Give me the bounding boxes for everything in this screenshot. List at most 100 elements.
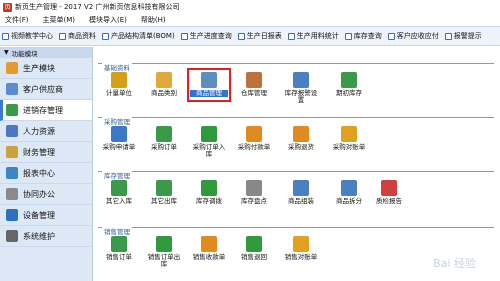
rss-icon [201,236,217,252]
module-item[interactable]: 销售订单 [100,236,138,261]
toolbar-button-label: 报警提示 [453,32,482,40]
title-bar: 页 新页生产管理 - 2017 V2 广州新页信息科技有限公司 [0,0,500,14]
sidebar-item-6[interactable]: 协同办公 [0,184,92,205]
module-item[interactable]: 采购订单 [145,126,183,151]
pin-icon [246,180,262,196]
module-item[interactable]: 商品类别 [145,72,183,97]
sidebar-item-label: 生产模块 [23,63,55,73]
sidebar-item-label: 财务管理 [23,147,55,157]
group-title: 库存管理 [102,170,132,180]
report-icon [6,167,18,179]
toolbar-button-8[interactable]: 报警提示 [444,31,482,41]
menu-file[interactable]: 文件(F) [5,15,29,25]
module-item[interactable]: 采购对账单 [330,126,368,151]
cart-icon [156,126,172,142]
chevron-down-icon[interactable]: ▼ [4,49,9,56]
sidebar-item-0[interactable]: 生产模块 [0,58,92,79]
cart-icon [111,236,127,252]
module-item[interactable]: 销售对账单 [282,236,320,261]
arrow-left-icon [201,126,217,142]
module-item-label: 采购付款单 [237,143,271,151]
module-item[interactable]: 仓库管理 [235,72,273,97]
sidebar-item-label: 人力资源 [23,126,55,136]
folder-icon [156,72,172,88]
module-item[interactable]: 销售退回 [235,236,273,261]
toolbar: 视频教学中心 商品资料 产品结构清单(BOM) 生产进度查询 生产日报表 生产用料统计 库存… [0,26,500,46]
sidebar-item-7[interactable]: 设备管理 [0,205,92,226]
selection-highlight [187,68,231,102]
module-item[interactable]: 销售收款单 [190,236,228,261]
module-item-label: 销售对账单 [284,253,318,261]
group-title: 基础资料 [102,62,132,72]
sidebar-item-8[interactable]: 系统维护 [0,226,92,247]
menu-main[interactable]: 主菜单(M) [43,15,76,25]
window-title: 新页生产管理 - 2017 V2 广州新页信息科技有限公司 [15,3,180,11]
sidebar-header-label: 功能模块 [11,49,38,58]
module-item-label: 采购申请单 [102,143,136,151]
module-item[interactable]: 库存盘点 [235,180,273,205]
toolbar-icon [180,32,188,40]
sidebar-item-label: 客户供应商 [23,84,63,94]
group-title: 销售管理 [102,226,132,236]
toolbar-button-label: 产品结构清单(BOM) [111,32,175,40]
module-item[interactable]: 采购订单入库 [190,126,228,158]
module-item[interactable]: 计量单位 [100,72,138,97]
menu-import[interactable]: 模块导入(E) [89,15,127,25]
module-item[interactable]: 采购申请单 [100,126,138,151]
module-item[interactable]: 期初库存 [330,72,368,97]
assemble-icon [293,180,309,196]
module-item[interactable]: 库存调拨 [190,180,228,205]
module-item-label: 商品类别 [151,89,177,97]
module-item[interactable]: 销售订单出库 [145,236,183,268]
toolbar-button-6[interactable]: 库存查询 [344,31,382,41]
main-panel: 基础资料 计量单位 商品类别 商品管理 仓库管理 库存报警设置 期初库存 采购管理 采购申请单采… [94,47,500,281]
toolbar-button-3[interactable]: 生产进度查询 [180,31,232,41]
sidebar-item-1[interactable]: 客户供应商 [0,79,92,100]
toolbar-button-label: 客户应收应付 [396,32,439,40]
app-icon: 页 [3,2,12,12]
module-item-label: 商品组装 [288,197,314,205]
module-item[interactable]: 其它出库 [145,180,183,205]
module-item[interactable]: 商品拆分 [330,180,368,205]
toolbar-button-label: 商品资料 [68,32,96,40]
module-item[interactable]: 库存报警设置 [282,72,320,104]
toolbar-icon [287,32,295,40]
toolbar-button-label: 视频教学中心 [11,32,53,40]
toolbar-button-7[interactable]: 客户应收应付 [387,31,439,41]
sidebar-item-2[interactable]: 进销存管理 [0,100,92,121]
module-item-label: 销售收款单 [192,253,226,261]
toolbar-button-0[interactable]: 视频教学中心 [2,31,53,41]
toolbar-button-5[interactable]: 生产用料统计 [287,31,339,41]
report-icon [381,180,397,196]
module-item-label: 仓库管理 [241,89,267,97]
module-item-label: 采购订单入库 [192,143,226,158]
sidebar-item-label: 协同办公 [23,189,55,199]
sidebar-item-4[interactable]: 财务管理 [0,142,92,163]
module-item-label: 其它入库 [106,197,132,205]
refresh-icon [201,180,217,196]
sidebar-item-5[interactable]: 报表中心 [0,163,92,184]
module-item[interactable]: 商品组装 [282,180,320,205]
device-icon [6,209,18,221]
module-item[interactable]: 采购付款单 [235,126,273,151]
module-item-label: 库存盘点 [241,197,267,205]
toolbar-button-label: 库存查询 [353,32,382,40]
toolbar-button-1[interactable]: 商品资料 [59,31,96,41]
users-icon [6,83,18,95]
toolbar-icon [387,32,395,40]
module-item-label: 期初库存 [336,89,362,97]
module-item[interactable]: 质检报告 [370,180,408,205]
module-item[interactable]: 其它入库 [100,180,138,205]
toolbar-icon [2,32,9,40]
sidebar-item-3[interactable]: 人力资源 [0,121,92,142]
return-icon [246,236,262,252]
settings-icon [6,230,18,242]
toolbar-button-label: 生产进度查询 [189,32,232,40]
module-item[interactable]: 采购退货 [282,126,320,151]
module-item-label: 采购对账单 [332,143,366,151]
menu-help[interactable]: 帮助(H) [141,15,166,25]
cart-icon [341,72,357,88]
module-item-label: 库存调拨 [196,197,222,205]
toolbar-button-4[interactable]: 生产日报表 [237,31,282,41]
toolbar-button-2[interactable]: 产品结构清单(BOM) [102,31,175,41]
